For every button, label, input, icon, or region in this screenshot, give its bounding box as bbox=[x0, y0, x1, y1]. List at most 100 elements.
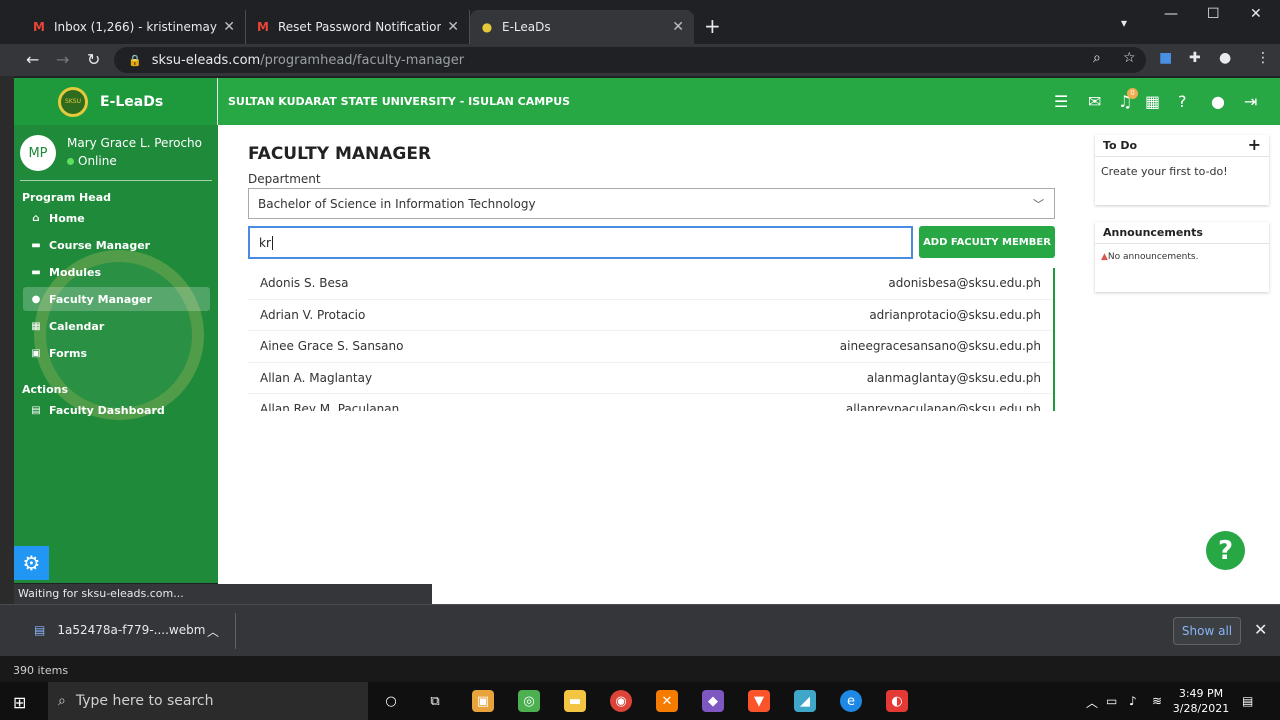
department-select[interactable]: Bachelor of Science in Information Techn… bbox=[248, 188, 1055, 219]
cortana-icon[interactable]: ○ bbox=[380, 690, 402, 712]
notifications-icon[interactable]: ▤ bbox=[1242, 694, 1253, 708]
sidebar-item-modules[interactable]: ▬ Modules bbox=[23, 260, 210, 284]
chrome-icon[interactable]: ◉ bbox=[610, 690, 632, 712]
app-icon-3[interactable]: ◐ bbox=[886, 690, 908, 712]
faculty-results-list[interactable]: Adonis S. Besa adonisbesa@sksu.edu.ph Adr… bbox=[248, 268, 1055, 411]
tab-search-icon[interactable]: ▾ bbox=[1121, 16, 1127, 30]
bookmark-star-icon[interactable]: ☆ bbox=[1123, 50, 1136, 66]
faculty-name: Ainee Grace S. Sansano bbox=[260, 339, 404, 354]
gear-icon: ⚙ bbox=[22, 551, 41, 575]
close-tab-icon[interactable]: ✕ bbox=[223, 19, 235, 35]
sidebar: MP Mary Grace L. Perocho Online Program … bbox=[14, 125, 218, 583]
sidebar-item-home[interactable]: ⌂ Home bbox=[23, 206, 210, 230]
settings-gear-button[interactable]: ⚙ bbox=[14, 546, 49, 580]
chat-icon[interactable]: ✉ bbox=[1088, 92, 1101, 111]
task-view-icon[interactable]: ⧉ bbox=[424, 690, 446, 712]
sidebar-item-faculty-manager[interactable]: ● Faculty Manager bbox=[23, 287, 210, 311]
browser-tab-reset-password[interactable]: M Reset Password Notification - kri ✕ bbox=[246, 10, 470, 44]
faculty-email: adrianprotacio@sksu.edu.ph bbox=[869, 307, 1041, 322]
sidebar-item-forms[interactable]: ▣ Forms bbox=[23, 341, 210, 365]
browser-tab-eleads[interactable]: ● E-LeaDs ✕ bbox=[470, 10, 694, 44]
list-item[interactable]: Allan A. Maglantay alanmaglantay@sksu.edu… bbox=[248, 363, 1053, 394]
visual-studio-icon[interactable]: ◆ bbox=[702, 690, 724, 712]
list-item[interactable]: Allan Rey M. Paculanan allanreypaculanan@… bbox=[248, 394, 1053, 411]
explorer-status-bar: 390 items bbox=[0, 656, 1280, 682]
wifi-icon[interactable]: ≋ bbox=[1152, 694, 1162, 708]
maximize-icon[interactable]: ☐ bbox=[1207, 6, 1220, 22]
home-icon: ⌂ bbox=[32, 212, 40, 224]
file-explorer-icon[interactable]: ▬ bbox=[564, 690, 586, 712]
close-tab-icon[interactable]: ✕ bbox=[672, 19, 684, 35]
chevron-up-icon[interactable]: ︿ bbox=[207, 623, 219, 640]
brave-icon[interactable]: ▼ bbox=[748, 690, 770, 712]
faculty-search-input[interactable]: kr bbox=[248, 226, 913, 259]
list-item[interactable]: Adonis S. Besa adonisbesa@sksu.edu.ph bbox=[248, 268, 1053, 300]
store-icon[interactable]: ▣ bbox=[472, 690, 494, 712]
edge-icon[interactable]: e bbox=[840, 690, 862, 712]
file-icon: ▤ bbox=[34, 623, 46, 637]
extensions-puzzle-icon[interactable]: ✚ bbox=[1189, 50, 1201, 66]
site-brand[interactable]: SKSU E-LeaDs bbox=[14, 78, 218, 125]
tray-chevron-icon[interactable]: ︿ bbox=[1086, 694, 1098, 711]
help-icon[interactable]: ? bbox=[1178, 92, 1187, 111]
new-tab-icon[interactable]: + bbox=[704, 14, 721, 38]
calendar-icon[interactable]: ▦ bbox=[1145, 92, 1160, 111]
item-count: 390 items bbox=[13, 664, 69, 677]
show-all-button[interactable]: Show all bbox=[1173, 617, 1241, 645]
site-favicon-icon: ● bbox=[481, 20, 493, 34]
search-icon: ⌕ bbox=[58, 693, 66, 709]
taskbar-search[interactable]: ⌕ Type here to search bbox=[48, 682, 368, 720]
browser-toolbar: ← → ↻ 🔒 sksu-eleads.com/programhead/facu… bbox=[0, 44, 1280, 76]
windows-taskbar: ⊞ ⌕ Type here to search ○ ⧉ ▣ ◎ ▬ ◉ ✕ ◆ ▼… bbox=[0, 682, 1280, 720]
volume-icon[interactable]: ♪ bbox=[1129, 694, 1137, 708]
faculty-name: Allan Rey M. Paculanan bbox=[260, 402, 400, 411]
extension-icon[interactable]: ■ bbox=[1159, 50, 1172, 66]
forward-icon[interactable]: → bbox=[56, 50, 69, 69]
reload-icon[interactable]: ↻ bbox=[87, 50, 100, 69]
add-faculty-member-button[interactable]: ADD FACULTY MEMBER bbox=[919, 226, 1055, 258]
faculty-name: Adonis S. Besa bbox=[260, 276, 349, 291]
site-header: SULTAN KUDARAT STATE UNIVERSITY - ISULAN… bbox=[218, 78, 1280, 125]
minimize-icon[interactable]: — bbox=[1164, 6, 1178, 22]
browser-menu-icon[interactable]: ⋮ bbox=[1256, 50, 1270, 66]
list-item[interactable]: Ainee Grace S. Sansano aineegracesansano@… bbox=[248, 331, 1053, 363]
user-icon[interactable]: ● bbox=[1211, 92, 1225, 111]
battery-icon[interactable]: ▭ bbox=[1106, 694, 1117, 708]
university-logo: SKSU bbox=[58, 86, 88, 117]
close-tab-icon[interactable]: ✕ bbox=[447, 19, 459, 35]
list-item[interactable]: Adrian V. Protacio adrianprotacio@sksu.ed… bbox=[248, 300, 1053, 331]
sidebar-section-actions: Actions bbox=[22, 383, 68, 396]
back-icon[interactable]: ← bbox=[26, 50, 39, 69]
menu-hamburger-icon[interactable]: ☰ bbox=[1054, 92, 1068, 111]
address-bar[interactable]: 🔒 sksu-eleads.com/programhead/faculty-ma… bbox=[114, 47, 1146, 73]
announcements-empty-text: No announcements. bbox=[1107, 252, 1199, 262]
close-icon[interactable]: ✕ bbox=[1254, 620, 1267, 639]
xampp-icon[interactable]: ✕ bbox=[656, 690, 678, 712]
faculty-icon: ● bbox=[31, 293, 41, 305]
add-todo-icon[interactable]: + bbox=[1248, 135, 1261, 154]
notification-badge: 0 bbox=[1127, 88, 1138, 99]
windows-start-icon[interactable]: ⊞ bbox=[13, 693, 26, 712]
modules-icon: ▬ bbox=[31, 266, 41, 278]
app-icon-2[interactable]: ◢ bbox=[794, 690, 816, 712]
forms-icon: ▣ bbox=[31, 347, 41, 359]
zoom-icon[interactable]: ⌕ bbox=[1093, 50, 1101, 66]
todo-panel: To Do + Create your first to-do! bbox=[1095, 135, 1269, 205]
sidebar-divider bbox=[20, 180, 212, 181]
download-item[interactable]: ▤ 1a52478a-f779-....webm bbox=[34, 623, 205, 637]
announcements-title: Announcements bbox=[1103, 226, 1203, 239]
todo-empty-text: Create your first to-do! bbox=[1101, 165, 1228, 178]
browser-tab-strip: M Inbox (1,266) - kristinemayampa ✕ M Re… bbox=[0, 0, 1280, 44]
help-float-button[interactable]: ? bbox=[1206, 531, 1245, 570]
faculty-name: Allan A. Maglantay bbox=[260, 370, 373, 385]
taskbar-clock[interactable]: 3:49 PM 3/28/2021 bbox=[1172, 686, 1230, 716]
close-window-icon[interactable]: ✕ bbox=[1250, 6, 1262, 22]
sidebar-item-course-manager[interactable]: ▬ Course Manager bbox=[23, 233, 210, 257]
user-name: Mary Grace L. Perocho bbox=[67, 136, 202, 150]
profile-avatar-icon[interactable]: ● bbox=[1219, 50, 1231, 66]
logout-icon[interactable]: ⇥ bbox=[1244, 92, 1257, 111]
browser-tab-gmail-inbox[interactable]: M Inbox (1,266) - kristinemayampa ✕ bbox=[22, 10, 246, 44]
sidebar-item-calendar[interactable]: ▦ Calendar bbox=[23, 314, 210, 338]
sidebar-item-faculty-dashboard[interactable]: ▤ Faculty Dashboard bbox=[23, 398, 210, 422]
app-icon[interactable]: ◎ bbox=[518, 690, 540, 712]
